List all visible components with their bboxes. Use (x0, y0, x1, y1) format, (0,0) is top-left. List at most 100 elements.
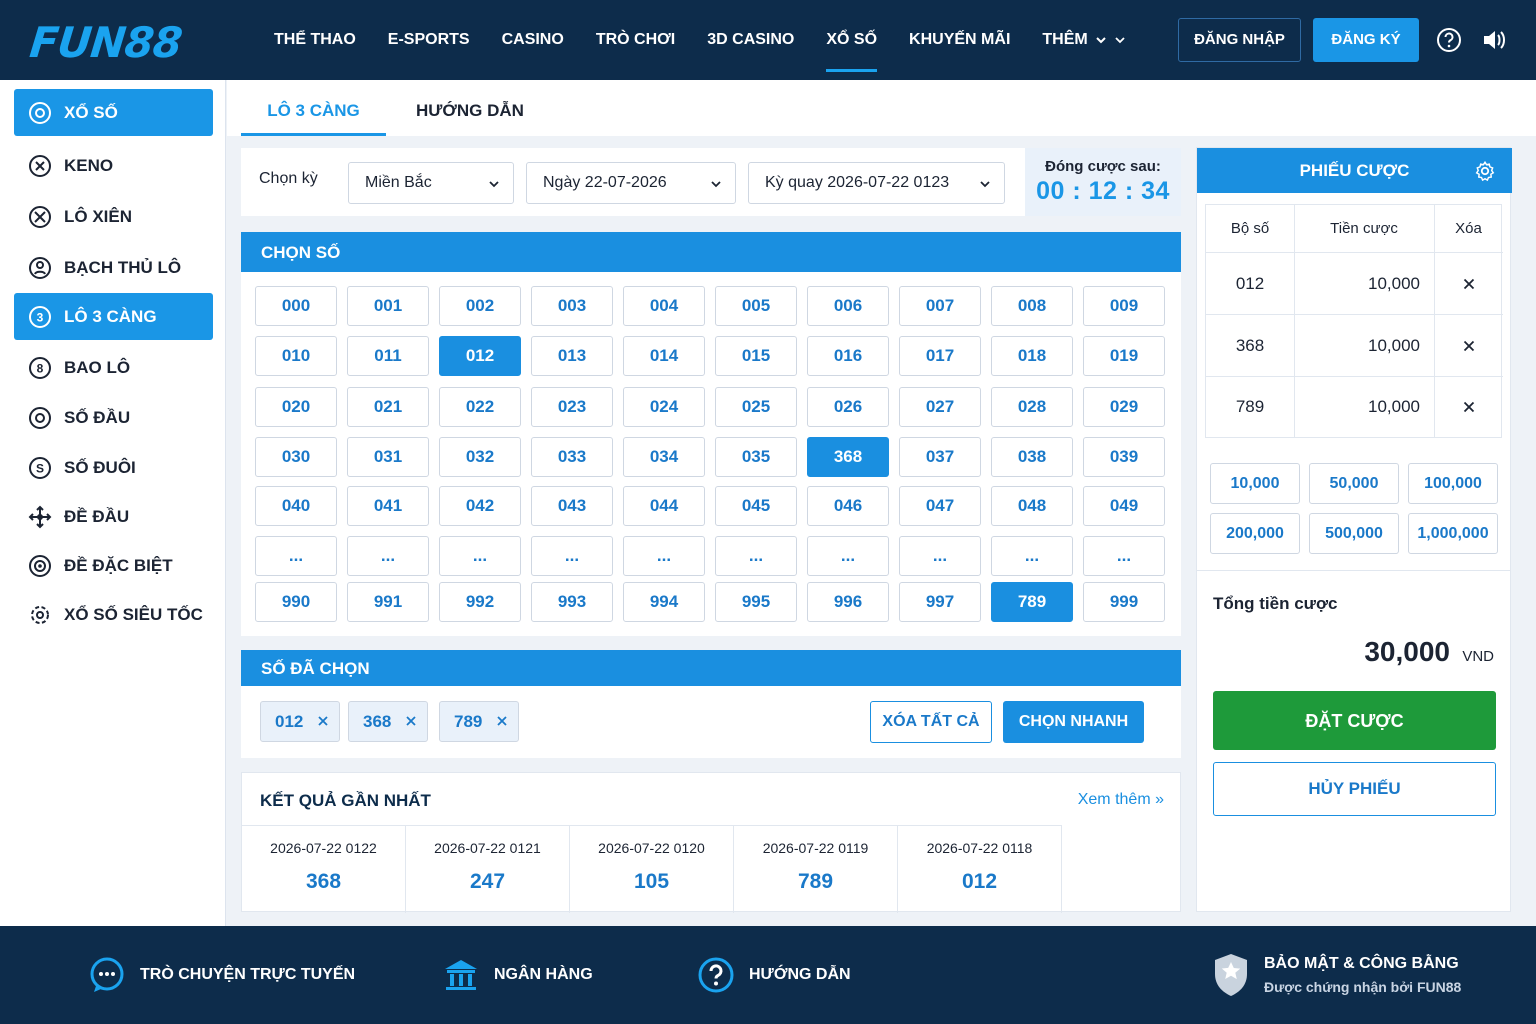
number-button-028[interactable]: 028 (991, 387, 1073, 427)
amount-button-500000[interactable]: 500,000 (1309, 513, 1399, 554)
tab-huong-dan[interactable]: HƯỚNG DẪN (416, 80, 524, 136)
nav-xo-so[interactable]: XỔ SỐ (810, 0, 893, 80)
footer-bank[interactable]: NGÂN HÀNG (442, 926, 593, 1024)
number-button-019[interactable]: 019 (1083, 336, 1165, 376)
draw-select[interactable]: Kỳ quay 2026-07-22 0123 (748, 162, 1005, 204)
gear-icon[interactable] (1474, 160, 1496, 182)
number-button-022[interactable]: 022 (439, 387, 521, 427)
number-button-010[interactable]: 010 (255, 336, 337, 376)
footer-live-chat[interactable]: TRÒ CHUYỆN TRỰC TUYẾN (88, 926, 355, 1024)
nav-khuyen-mai[interactable]: KHUYẾN MÃI (893, 0, 1026, 80)
number-button-027[interactable]: 027 (899, 387, 981, 427)
number-button-040[interactable]: 040 (255, 486, 337, 526)
number-button-041[interactable]: 041 (347, 486, 429, 526)
chosen-chip[interactable]: 368 (348, 701, 428, 742)
number-button-994[interactable]: 994 (623, 582, 705, 622)
number-button-996[interactable]: 996 (807, 582, 889, 622)
amount-button-200000[interactable]: 200,000 (1210, 513, 1300, 554)
fun88-logo[interactable]: FUN88 (27, 18, 184, 67)
sidebar-item-de-dac-biet[interactable]: ĐỀ ĐẶC BIỆT (14, 542, 213, 589)
number-button-025[interactable]: 025 (715, 387, 797, 427)
number-button-018[interactable]: 018 (991, 336, 1073, 376)
number-button-035[interactable]: 035 (715, 437, 797, 477)
number-button-368[interactable]: 368 (807, 437, 889, 477)
number-button-004[interactable]: 004 (623, 286, 705, 326)
close-icon[interactable] (496, 715, 508, 727)
place-bet-button[interactable]: ĐẶT CƯỢC (1213, 691, 1496, 750)
sidebar-item-so-dau[interactable]: SỐ ĐẦU (14, 394, 213, 441)
close-icon[interactable] (405, 715, 417, 727)
nav-3d-casino[interactable]: 3D CASINO (691, 0, 810, 80)
close-icon[interactable] (317, 715, 329, 727)
number-button-023[interactable]: 023 (531, 387, 613, 427)
number-button-044[interactable]: 044 (623, 486, 705, 526)
quick-pick-button[interactable]: CHỌN NHANH (1003, 701, 1144, 743)
number-button-013[interactable]: 013 (531, 336, 613, 376)
amount-button-10000[interactable]: 10,000 (1210, 463, 1300, 504)
number-button-048[interactable]: 048 (991, 486, 1073, 526)
sidebar-item-xo-so-sieu-toc[interactable]: XỔ SỐ SIÊU TỐC (14, 591, 213, 638)
clear-all-button[interactable]: XÓA TẤT CẢ (870, 701, 992, 743)
sound-icon[interactable] (1481, 27, 1507, 53)
tab-lo-3-cang[interactable]: LÔ 3 CÀNG (241, 80, 386, 136)
help-icon[interactable] (1436, 27, 1462, 53)
number-button-037[interactable]: 037 (899, 437, 981, 477)
number-button-789[interactable]: 789 (991, 582, 1073, 622)
number-button-014[interactable]: 014 (623, 336, 705, 376)
number-button-992[interactable]: 992 (439, 582, 521, 622)
number-button-012[interactable]: 012 (439, 336, 521, 376)
number-button-999[interactable]: 999 (1083, 582, 1165, 622)
number-button-021[interactable]: 021 (347, 387, 429, 427)
number-button-043[interactable]: 043 (531, 486, 613, 526)
number-button-993[interactable]: 993 (531, 582, 613, 622)
nav-the-thao[interactable]: THỂ THAO (258, 0, 372, 80)
login-button[interactable]: ĐĂNG NHẬP (1178, 18, 1301, 62)
number-button-002[interactable]: 002 (439, 286, 521, 326)
footer-guide[interactable]: HƯỚNG DẪN (697, 926, 851, 1024)
number-button-026[interactable]: 026 (807, 387, 889, 427)
number-button-024[interactable]: 024 (623, 387, 705, 427)
number-button-001[interactable]: 001 (347, 286, 429, 326)
register-button[interactable]: ĐĂNG KÝ (1313, 18, 1419, 62)
sidebar-item-keno[interactable]: KENO (14, 142, 213, 189)
number-button-991[interactable]: 991 (347, 582, 429, 622)
sidebar-item-bao-lo[interactable]: 8 BAO LÔ (14, 344, 213, 391)
sidebar-item-lo-3-cang[interactable]: 3 LÔ 3 CÀNG (14, 293, 213, 340)
number-button-990[interactable]: 990 (255, 582, 337, 622)
chosen-chip[interactable]: 012 (260, 701, 340, 742)
amount-button-50000[interactable]: 50,000 (1309, 463, 1399, 504)
number-button-033[interactable]: 033 (531, 437, 613, 477)
region-select[interactable]: Miền Bắc (348, 162, 514, 204)
number-button-006[interactable]: 006 (807, 286, 889, 326)
number-button-030[interactable]: 030 (255, 437, 337, 477)
number-button-020[interactable]: 020 (255, 387, 337, 427)
remove-bet-button[interactable] (1434, 253, 1503, 314)
results-more-link[interactable]: Xem thêm » (1078, 791, 1164, 809)
number-button-031[interactable]: 031 (347, 437, 429, 477)
chosen-chip[interactable]: 789 (439, 701, 519, 742)
number-button-046[interactable]: 046 (807, 486, 889, 526)
sidebar-item-xo-so[interactable]: XỔ SỐ (14, 89, 213, 136)
number-button-003[interactable]: 003 (531, 286, 613, 326)
number-button-008[interactable]: 008 (991, 286, 1073, 326)
number-button-042[interactable]: 042 (439, 486, 521, 526)
number-button-000[interactable]: 000 (255, 286, 337, 326)
number-button-997[interactable]: 997 (899, 582, 981, 622)
number-button-045[interactable]: 045 (715, 486, 797, 526)
number-button-049[interactable]: 049 (1083, 486, 1165, 526)
nav-esports[interactable]: E-SPORTS (372, 0, 486, 80)
amount-button-1000000[interactable]: 1,000,000 (1408, 513, 1498, 554)
remove-bet-button[interactable] (1434, 315, 1503, 376)
sidebar-item-lo-xien[interactable]: LÔ XIÊN (14, 193, 213, 240)
number-button-047[interactable]: 047 (899, 486, 981, 526)
cancel-slip-button[interactable]: HỦY PHIẾU (1213, 762, 1496, 816)
number-button-009[interactable]: 009 (1083, 286, 1165, 326)
number-button-005[interactable]: 005 (715, 286, 797, 326)
number-button-007[interactable]: 007 (899, 286, 981, 326)
remove-bet-button[interactable] (1434, 377, 1503, 437)
amount-button-100000[interactable]: 100,000 (1408, 463, 1498, 504)
sidebar-item-de-dau[interactable]: ĐỀ ĐẦU (14, 493, 213, 540)
number-button-038[interactable]: 038 (991, 437, 1073, 477)
number-button-011[interactable]: 011 (347, 336, 429, 376)
sidebar-item-so-duoi[interactable]: S SỐ ĐUÔI (14, 444, 213, 491)
